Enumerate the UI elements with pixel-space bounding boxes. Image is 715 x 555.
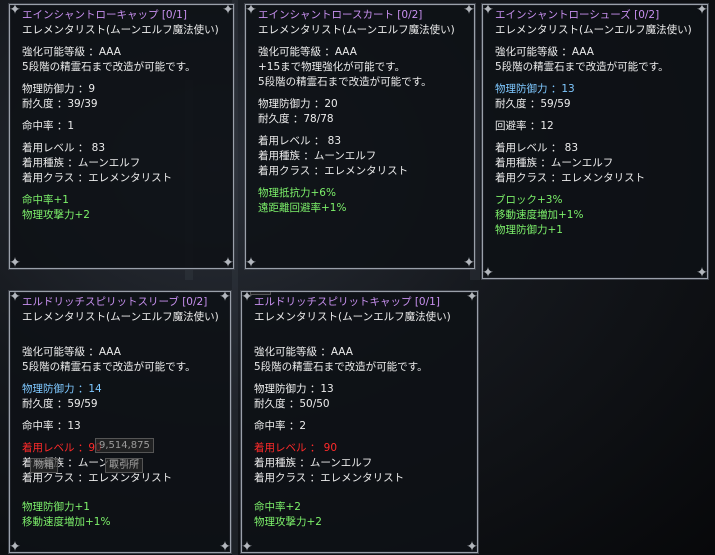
item-title: エルドリッチスピリットスリーブ [0/2] [22, 296, 208, 308]
durability: 耐久度 ：59/59 [495, 98, 571, 110]
ornament-corner-icon: ✦ [219, 291, 231, 305]
physical-defense: 物理防御力 ：20 [258, 98, 338, 110]
refine-info: 5段階の精霊石まで改造が可能です。 [22, 361, 196, 373]
ornament-corner-icon: ✦ [222, 4, 234, 18]
item-title: エインシャントロースカート [0/2] [258, 9, 423, 21]
exchange-button[interactable]: 取引所 [105, 458, 143, 473]
ornament-corner-icon: ✦ [9, 291, 21, 305]
required-race: 着用種族 ：ムーンエルフ [22, 157, 141, 169]
refine-info: 5段階の精霊石まで改造が可能です。 [495, 61, 669, 73]
required-class: 着用クラス ：エレメンタリスト [22, 172, 173, 184]
ornament-corner-icon: ✦ [9, 539, 21, 553]
ornament-corner-icon: ✦ [482, 4, 494, 18]
ornament-corner-icon: ✦ [696, 4, 708, 18]
item-tooltip-eldritch-spirit-sleeve: ✦ ✦ ✦ ✦ エルドリッチスピリットスリーブ [0/2] エレメンタリスト(ム… [9, 291, 231, 553]
required-class: 着用クラス ：エレメンタリスト [254, 472, 405, 484]
ornament-corner-icon: ✦ [241, 539, 253, 553]
bonus-stat: 物理攻撃力+2 [22, 209, 90, 221]
ornament-corner-icon: ✦ [222, 255, 234, 269]
required-level: 着用レベル ： 90 [254, 442, 338, 454]
ornament-corner-icon: ✦ [245, 4, 257, 18]
required-race: 着用種族 ：ムーンエルフ [258, 150, 377, 162]
enhance-grade: 強化可能等級 ：AAA [22, 346, 121, 358]
ornament-corner-icon: ✦ [466, 291, 478, 305]
bonus-stat: 物理抵抗力+6% [258, 187, 336, 199]
bonus-stat: 遠距離回避率+1% [258, 202, 347, 214]
required-class: 着用クラス ：エレメンタリスト [258, 165, 409, 177]
refine-info: 5段階の精霊石まで改造が可能です。 [258, 76, 432, 88]
accuracy: 命中率 ：13 [22, 420, 81, 432]
warehouse-button[interactable]: 物箱 [30, 458, 58, 473]
item-title: エルドリッチスピリットキャップ [0/1] [254, 296, 440, 308]
ornament-corner-icon: ✦ [9, 4, 21, 18]
class-restriction: エレメンタリスト(ムーンエルフ魔法使い) [254, 311, 451, 323]
bonus-stat: 物理攻撃力+2 [254, 516, 322, 528]
adena-amount: 9,514,875 [95, 438, 154, 453]
ornament-corner-icon: ✦ [696, 265, 708, 279]
enhance-grade: 強化可能等級 ：AAA [258, 46, 357, 58]
class-restriction: エレメンタリスト(ムーンエルフ魔法使い) [22, 311, 219, 323]
refine-info: 5段階の精霊石まで改造が可能です。 [22, 61, 196, 73]
bonus-stat: 命中率+2 [254, 501, 301, 513]
enhance-note: +15まで物理強化が可能です。 [258, 61, 406, 73]
item-title: エインシャントローキャップ [0/1] [22, 9, 187, 21]
required-level: 着用レベル ： 83 [258, 135, 342, 147]
ornament-corner-icon: ✦ [245, 255, 257, 269]
ornament-corner-icon: ✦ [482, 265, 494, 279]
bonus-stat: 物理防御力+1 [22, 501, 90, 513]
ornament-corner-icon: ✦ [463, 4, 475, 18]
evasion: 回避率 ：12 [495, 120, 554, 132]
physical-defense: 物理防御力 ：9 [22, 83, 96, 95]
physical-defense: 物理防御力 ：13 [254, 383, 334, 395]
class-restriction: エレメンタリスト(ムーンエルフ魔法使い) [258, 24, 455, 36]
durability: 耐久度 ：50/50 [254, 398, 330, 410]
accuracy: 命中率 ：2 [254, 420, 307, 432]
enhance-grade: 強化可能等級 ：AAA [495, 46, 594, 58]
class-restriction: エレメンタリスト(ムーンエルフ魔法使い) [22, 24, 219, 36]
durability: 耐久度 ：78/78 [258, 113, 334, 125]
required-race: 着用種族 ：ムーンエルフ [254, 457, 373, 469]
physical-defense: 物理防御力 ：13 [495, 83, 575, 95]
bonus-stat: 命中率+1 [22, 194, 69, 206]
durability: 耐久度 ：59/59 [22, 398, 98, 410]
required-class: 着用クラス ：エレメンタリスト [495, 172, 646, 184]
required-race: 着用種族 ：ムーンエルフ [495, 157, 614, 169]
item-tooltip-eldritch-spirit-cap: ✦ ✦ ✦ ✦ エルドリッチスピリットキャップ [0/1] エレメンタリスト(ム… [241, 291, 478, 553]
item-tooltip-ancient-robe-skirt: ✦ ✦ ✦ ✦ エインシャントロースカート [0/2] エレメンタリスト(ムーン… [245, 4, 475, 269]
class-restriction: エレメンタリスト(ムーンエルフ魔法使い) [495, 24, 692, 36]
bonus-stat: 移動速度増加+1% [22, 516, 111, 528]
accuracy: 命中率 ：1 [22, 120, 75, 132]
item-tooltip-ancient-robe-cap: ✦ ✦ ✦ ✦ エインシャントローキャップ [0/1] エレメンタリスト(ムーン… [9, 4, 234, 269]
ornament-corner-icon: ✦ [463, 255, 475, 269]
durability: 耐久度 ：39/39 [22, 98, 98, 110]
ornament-corner-icon: ✦ [219, 539, 231, 553]
ornament-corner-icon: ✦ [466, 539, 478, 553]
overlay-number: 55 [250, 292, 271, 295]
item-title: エインシャントローシューズ [0/2] [495, 9, 660, 21]
bonus-stat: ブロック+3% [495, 194, 563, 206]
required-level: 着用レベル ： 83 [22, 142, 106, 154]
bonus-stat: 物理防御力+1 [495, 224, 563, 236]
required-level: 着用レベル ： 83 [495, 142, 579, 154]
bonus-stat: 移動速度増加+1% [495, 209, 584, 221]
enhance-grade: 強化可能等級 ：AAA [22, 46, 121, 58]
enhance-grade: 強化可能等級 ：AAA [254, 346, 353, 358]
physical-defense: 物理防御力 ：14 [22, 383, 102, 395]
refine-info: 5段階の精霊石まで改造が可能です。 [254, 361, 428, 373]
ornament-corner-icon: ✦ [9, 255, 21, 269]
item-tooltip-ancient-robe-shoes: ✦ ✦ ✦ ✦ エインシャントローシューズ [0/2] エレメンタリスト(ムーン… [482, 4, 708, 279]
required-class: 着用クラス ：エレメンタリスト [22, 472, 173, 484]
